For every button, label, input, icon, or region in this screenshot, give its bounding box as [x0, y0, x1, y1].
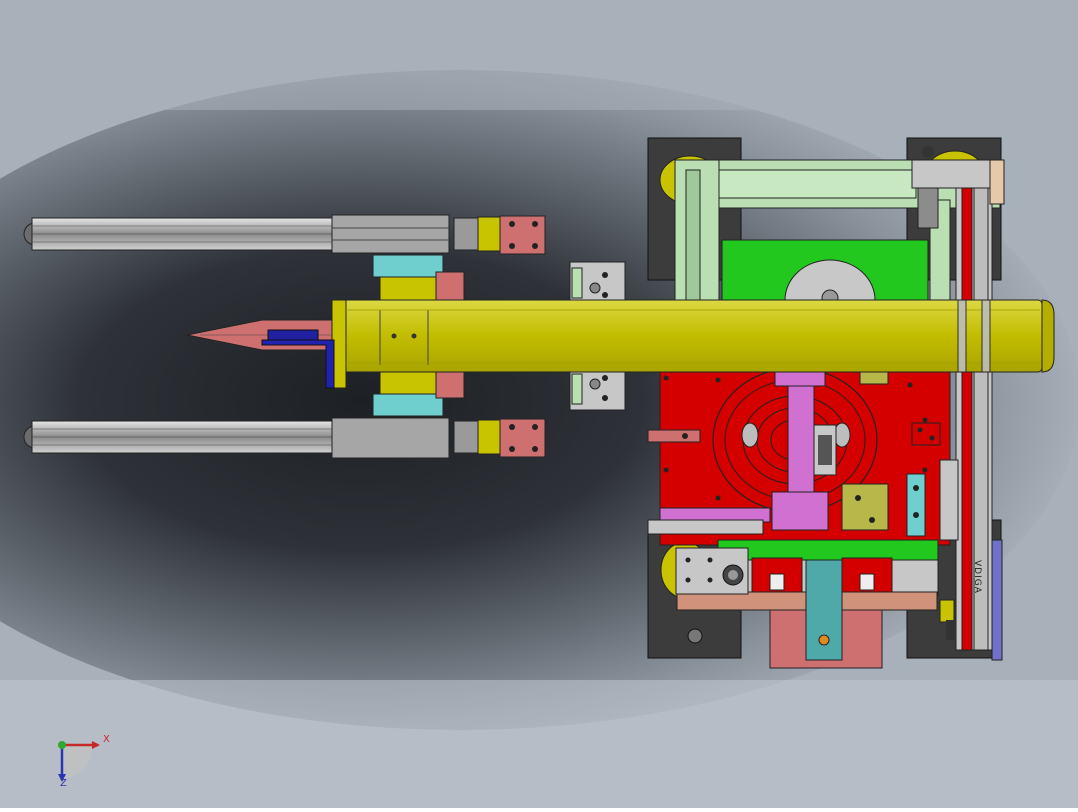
y-axis-dot: [58, 741, 66, 749]
bottom-cyan-clamp: [372, 393, 444, 417]
cad-canvas[interactable]: [0, 0, 1078, 808]
triad-x-label: X: [103, 734, 110, 745]
rail-brand-label: VDIGA: [972, 560, 982, 594]
top-yellow-clamp: [379, 276, 437, 302]
bottom-pink-bracket: [435, 369, 465, 399]
magenta-actuator: [787, 384, 815, 496]
background-bottom-fade: [0, 680, 1078, 808]
triad-z-label: Z: [60, 778, 67, 789]
cylinder-body: [331, 214, 450, 254]
bottom-green-rail: [717, 539, 939, 561]
cylinder-yellow-block: [477, 216, 501, 252]
cylinder-mount-plate: [499, 418, 546, 458]
upper-cylinder[interactable]: [23, 214, 546, 255]
background-top-fade: [0, 0, 1078, 110]
cylinder-joint: [453, 420, 479, 454]
cyan-bracket: [906, 473, 926, 537]
bottom-yellow-clamp: [379, 369, 437, 395]
beam-body: [331, 299, 1043, 373]
cylinder-body: [331, 417, 450, 459]
pin-block: [647, 429, 701, 443]
cad-viewport[interactable]: X Z VDIGA: [0, 0, 1078, 808]
lower-cylinder[interactable]: [23, 417, 546, 459]
cylinder-joint: [453, 217, 479, 251]
cylinder-mount-plate: [499, 215, 546, 255]
top-cyan-clamp: [372, 254, 444, 278]
cylinder-yellow-block: [477, 419, 501, 455]
top-pink-bracket: [435, 271, 465, 301]
